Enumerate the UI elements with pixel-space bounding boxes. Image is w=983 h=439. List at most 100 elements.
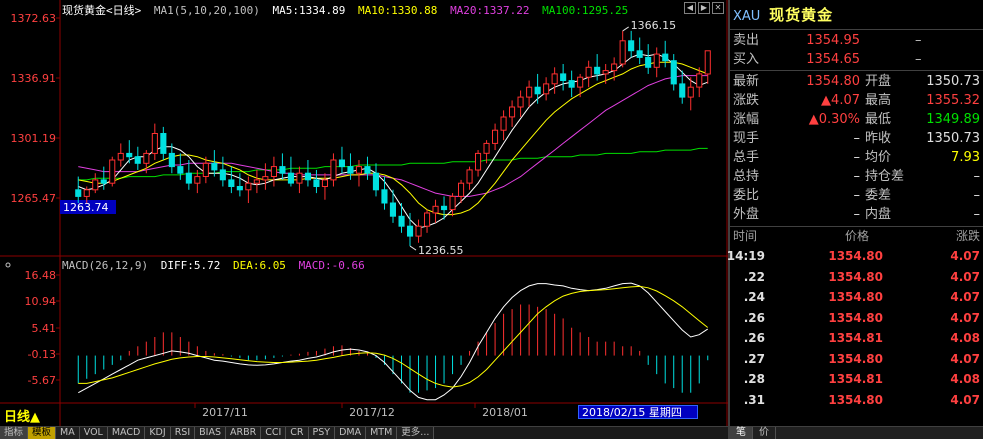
tick-change: 4.08 [950,372,980,386]
candle-down [287,172,294,184]
stat-label: 昨收 [865,131,892,146]
candle-up [415,225,422,237]
candle-down [662,53,669,62]
period-selector[interactable]: 日线▲ [4,406,40,425]
quote-stats: 最新 1354.80 开盘 1350.73 涨跌 ▲4.07 最高 1355.32 涨幅 ▲0.3… [730,71,983,227]
indicator-tab[interactable]: ARBR [225,427,262,439]
candle-down [338,159,345,168]
sell-price: 1354.95 [806,33,860,48]
indicator-tab[interactable]: BIAS [195,427,226,439]
tick-price: 1354.81 [828,331,883,345]
candle-down [279,166,286,174]
candle-down [100,179,107,184]
candle-up [117,152,124,161]
tick-price: 1354.80 [828,290,883,304]
candle-up [92,179,99,191]
indicator-settings-icon[interactable] [5,262,11,268]
indicator-tab[interactable]: 指标 [0,427,29,439]
scroll-right-icon[interactable]: ▶ [698,2,710,14]
candle-down [304,172,311,181]
scroll-left-icon[interactable]: ◀ [684,2,696,14]
candle-up [83,189,90,197]
candle-down [134,156,141,164]
tick-time: .27 [743,351,765,366]
price-axis-label: 1372.63 [11,12,57,25]
candle-up [611,63,618,72]
stat-value: ▲4.07 [821,93,860,108]
indicator-tab[interactable]: MTM [366,427,398,439]
indicator-tab[interactable]: MACD [107,427,146,439]
macd-axis-label: 5.41 [32,322,57,335]
quote-tab[interactable]: 笔 [730,427,753,439]
tick-row: .28 1354.81 4.08 [730,369,983,390]
candle-up [449,195,456,211]
stat-value: – [853,150,861,165]
candle-up [492,129,499,144]
quote-tab[interactable]: 价 [753,427,776,439]
candle-down [75,189,82,197]
stat-label: 开盘 [865,74,892,89]
tick-row: .24 1354.80 4.07 [730,287,983,308]
kline-chart-svg[interactable]: 1372.63 1336.91 1301.19 1265.47 1263.74 16.48… [0,0,728,426]
date-label: 2018/01 [482,406,528,419]
macd-axis-label: 16.48 [25,269,57,282]
indicator-tab[interactable]: PSY [308,427,336,439]
tick-price: 1354.80 [828,310,883,325]
candle-up [483,142,490,154]
sell-label: 卖出 [733,33,760,48]
stat-label: 最低 [865,112,892,127]
stat-value: – [973,207,981,222]
candle-up [517,96,524,108]
tick-change: 4.07 [950,249,980,263]
candle-down [398,215,405,227]
ticks-header-time: 时间 [733,229,758,243]
candle-down [534,86,541,95]
tick-row: .27 1354.80 4.07 [730,349,983,370]
stat-label: 涨幅 [733,112,760,127]
candle-down [228,179,235,187]
ma5-value: MA5:1334.89 [272,4,346,17]
indicator-tab[interactable]: CCI [261,427,287,439]
candle-up [194,176,201,184]
close-icon[interactable]: ✕ [712,2,724,14]
indicator-tab[interactable]: 模板 [28,427,57,439]
indicator-tab[interactable]: 更多... [397,427,435,439]
candle-down [636,50,643,58]
tick-change: 4.08 [950,331,980,345]
indicator-tab[interactable]: VOL [79,427,108,439]
symbol-name: 现货黄金 [769,6,834,24]
candle-down [441,205,448,211]
candle-down [364,166,371,174]
stat-label: 总持 [733,169,760,184]
indicator-tab[interactable]: DMA [335,427,367,439]
indicator-tab[interactable]: CR [286,427,309,439]
candle-up [202,162,209,178]
candle-up [270,166,277,178]
indicator-tab[interactable]: RSI [170,427,196,439]
candle-up [543,83,550,95]
candle-up [687,86,694,98]
candle-up [602,70,609,75]
indicator-tab[interactable]: MA [56,427,80,439]
candle-down [236,186,243,191]
candle-up [432,205,439,214]
quote-panel: XAU 现货黄金 卖出 1354.95 – 买入 1354.65 – 最新 135… [727,0,983,439]
candle-up [696,73,703,88]
candle-down [168,152,175,168]
ticks-header-price: 价格 [845,229,870,243]
macd-axis-label: -0.13 [28,348,56,361]
macd-axis-label: -5.67 [28,374,56,387]
quote-stat-row: 现手 – 昨收 1350.73 [730,129,983,148]
candle-down [568,80,575,88]
stat-value: – [853,131,861,146]
macd-diff: DIFF:5.72 [160,259,221,272]
candle-up [143,152,150,164]
indicator-tab[interactable]: KDJ [145,427,171,439]
high-pointer [622,26,629,32]
tick-price: 1354.80 [828,392,883,407]
ma-legend: 现货黄金<日线> MA1(5,10,20,100) MA5:1334.89 MA… [62,2,634,18]
candle-down [211,162,218,171]
symbol-code: XAU [733,9,761,24]
tick-change: 4.07 [950,392,980,407]
kline-chart-area[interactable]: 1372.63 1336.91 1301.19 1265.47 1263.74 16.48… [0,0,728,426]
